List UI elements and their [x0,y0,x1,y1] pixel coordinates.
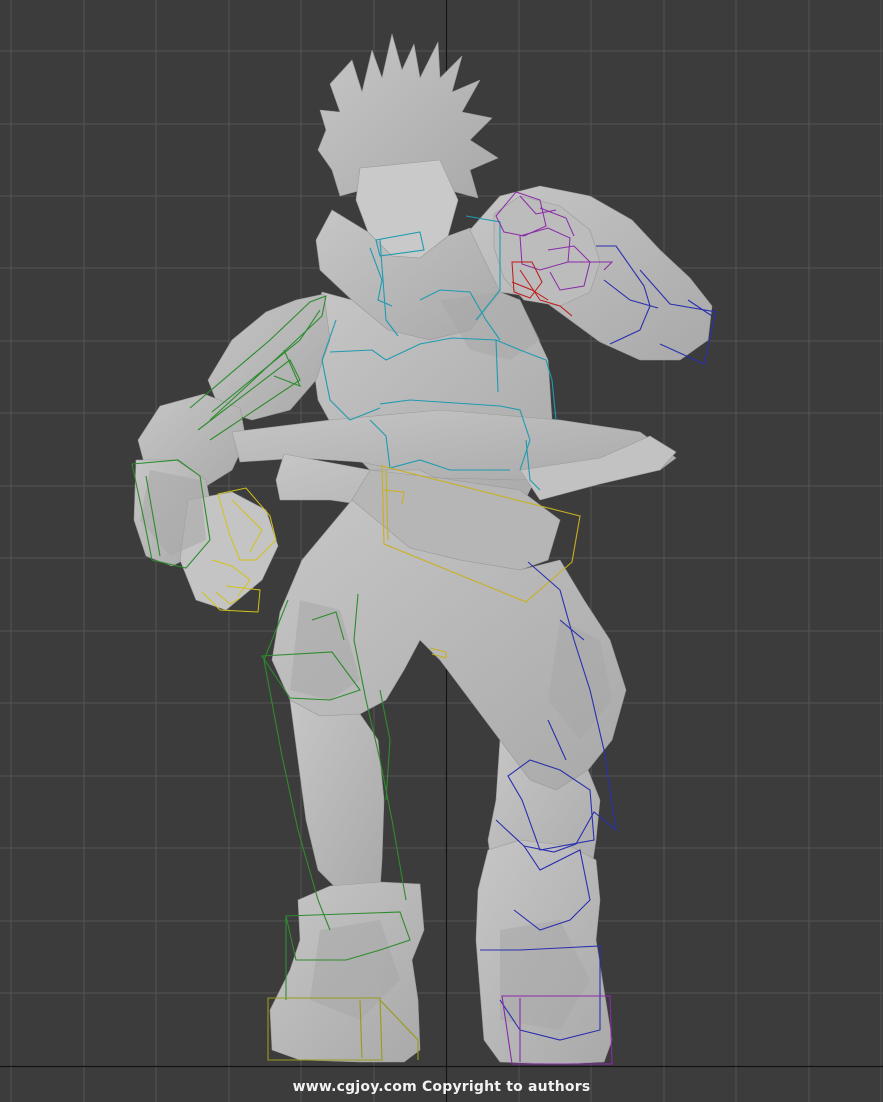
copyright-watermark: www.cgjoy.com Copyright to authors [292,1079,591,1095]
3d-viewport[interactable]: www.cgjoy.com Copyright to authors [0,0,883,1102]
character-model[interactable] [0,0,883,1102]
